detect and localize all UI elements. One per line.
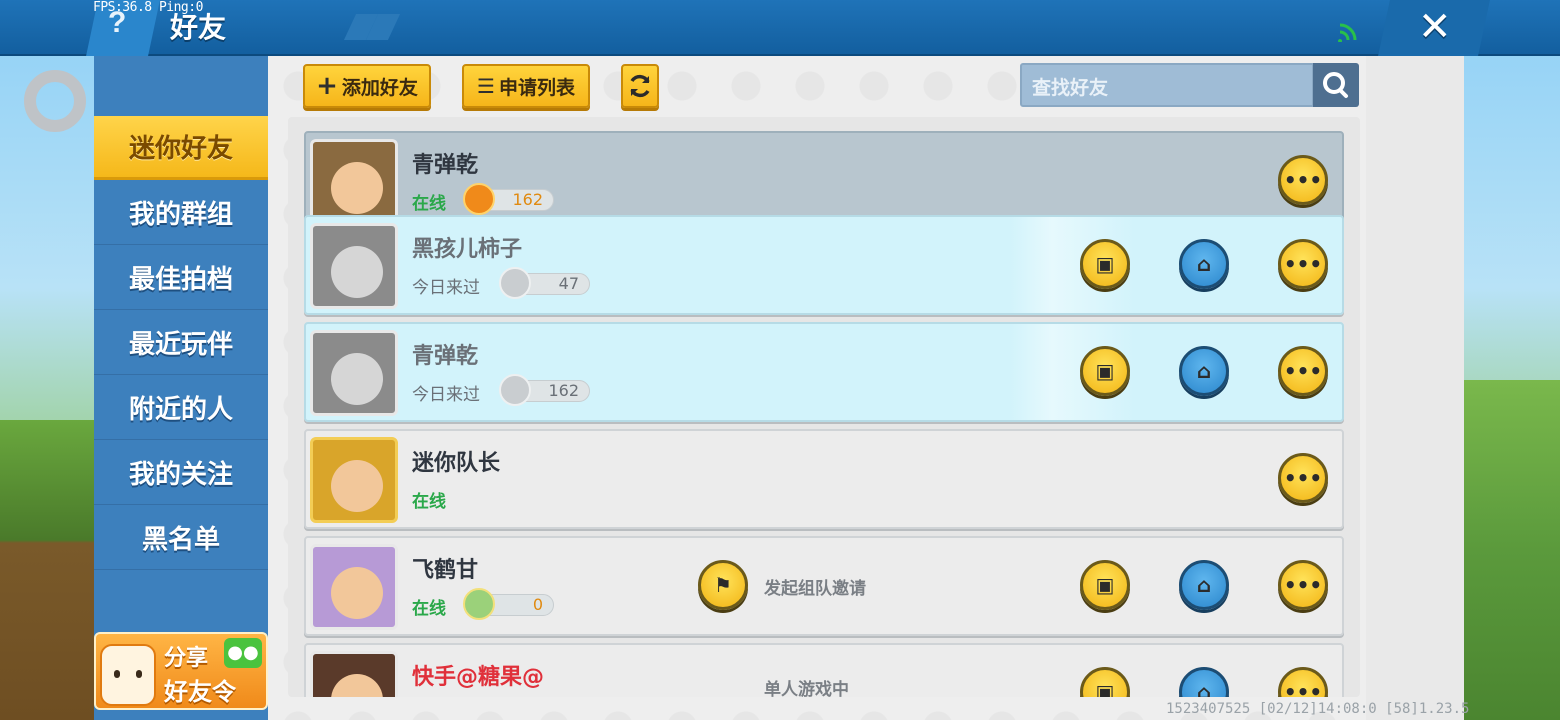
sidebar-item-my-groups[interactable]: 我的群组 bbox=[94, 181, 268, 245]
level-medal-icon bbox=[463, 183, 495, 215]
avatar[interactable] bbox=[310, 330, 398, 416]
list-icon: ☰ bbox=[477, 74, 495, 98]
background-scenery-left bbox=[0, 420, 100, 720]
top-bar bbox=[0, 0, 1560, 56]
chat-button[interactable]: ••• bbox=[1278, 453, 1328, 503]
sidebar: 迷你好友 我的群组 最佳拍档 最近玩伴 附近的人 我的关注 黑名单 bbox=[94, 56, 268, 720]
wechat-icon: ●● bbox=[224, 638, 262, 668]
list-item[interactable]: 快手@糖果@ 单人游戏中 ▣ ⌂ ••• bbox=[304, 643, 1344, 697]
avatar[interactable] bbox=[310, 437, 398, 523]
level-medal-icon bbox=[499, 374, 531, 406]
search-button[interactable] bbox=[1313, 63, 1359, 107]
friend-status: 在线 bbox=[412, 492, 446, 512]
friend-name: 青弹乾 bbox=[412, 344, 479, 369]
friend-status: 今日来过 bbox=[412, 278, 480, 298]
share-sub-label: 好友令 bbox=[164, 678, 236, 706]
add-friend-label: 添加好友 bbox=[341, 76, 418, 99]
version-info: 1523407525 [02/12]14:08:0 [58]1.23.5 bbox=[1166, 701, 1470, 717]
list-item[interactable]: 迷你队长 在线 ••• bbox=[304, 429, 1344, 529]
share-friend-code-button[interactable]: 分享 好友令 ●● bbox=[94, 632, 268, 710]
chat-button[interactable]: ••• bbox=[1278, 667, 1328, 697]
activity-label: 单人游戏中 bbox=[764, 680, 849, 697]
list-item[interactable]: 飞鹤甘 在线 0 ⚑ 发起组队邀请 ▣ ⌂ ••• bbox=[304, 536, 1344, 636]
friend-status: 在线 bbox=[412, 194, 446, 214]
level-value: 0 bbox=[532, 595, 543, 614]
floating-ring-button[interactable] bbox=[24, 70, 86, 132]
home-button[interactable]: ⌂ bbox=[1179, 667, 1229, 697]
sidebar-item-recent-players[interactable]: 最近玩伴 bbox=[94, 311, 268, 375]
friend-list: 青弹乾 在线 162 ••• 黑孩儿柿子 今日来过 47 ▣ ⌂ ••• 青弹乾… bbox=[288, 117, 1360, 697]
request-list-button[interactable]: ☰ 申请列表 bbox=[462, 64, 590, 108]
team-invite-label[interactable]: 发起组队邀请 bbox=[764, 574, 866, 599]
friend-name: 迷你队长 bbox=[412, 451, 501, 476]
friend-name: 飞鹤甘 bbox=[412, 558, 479, 583]
level-badge: 47 bbox=[499, 267, 590, 299]
home-button[interactable]: ⌂ bbox=[1179, 560, 1229, 610]
friend-name: 黑孩儿柿子 bbox=[412, 237, 523, 262]
sidebar-item-following[interactable]: 我的关注 bbox=[94, 441, 268, 505]
chat-button[interactable]: ••• bbox=[1278, 346, 1328, 396]
level-value: 162 bbox=[512, 190, 543, 209]
search-input[interactable]: 查找好友 bbox=[1020, 63, 1314, 107]
level-badge: 162 bbox=[499, 374, 590, 406]
avatar[interactable] bbox=[310, 544, 398, 630]
home-button[interactable]: ⌂ bbox=[1179, 346, 1229, 396]
level-badge: 162 bbox=[463, 183, 554, 215]
home-button[interactable]: ⌂ bbox=[1179, 239, 1229, 289]
plus-icon: + bbox=[316, 71, 338, 101]
friend-name: 青弹乾 bbox=[412, 153, 479, 178]
panel-side-strip bbox=[1366, 56, 1464, 720]
level-medal-icon bbox=[499, 267, 531, 299]
sidebar-item-mini-friends[interactable]: 迷你好友 bbox=[94, 116, 268, 180]
page-title: 好友 bbox=[170, 11, 227, 44]
close-icon[interactable]: ✕ bbox=[1418, 4, 1452, 50]
gift-button[interactable]: ▣ bbox=[1080, 560, 1130, 610]
friend-name: 快手@糖果@ bbox=[412, 665, 545, 690]
request-list-label: 申请列表 bbox=[498, 76, 575, 99]
avatar[interactable] bbox=[310, 223, 398, 309]
friend-status: 在线 bbox=[412, 599, 446, 619]
level-value: 47 bbox=[558, 274, 579, 293]
refresh-icon bbox=[630, 74, 650, 98]
friend-status: 今日来过 bbox=[412, 385, 480, 405]
gift-button[interactable]: ▣ bbox=[1080, 346, 1130, 396]
level-medal-icon bbox=[463, 588, 495, 620]
background-scenery-right bbox=[1460, 380, 1560, 720]
chat-button[interactable]: ••• bbox=[1278, 239, 1328, 289]
list-item[interactable]: 黑孩儿柿子 今日来过 47 ▣ ⌂ ••• bbox=[304, 215, 1344, 315]
sidebar-item-blacklist[interactable]: 黑名单 bbox=[94, 506, 268, 570]
mascot-icon bbox=[100, 644, 156, 706]
wifi-icon bbox=[1338, 23, 1357, 42]
search-icon bbox=[1323, 72, 1348, 98]
list-item[interactable]: 青弹乾 今日来过 162 ▣ ⌂ ••• bbox=[304, 322, 1344, 422]
chat-button[interactable]: ••• bbox=[1278, 560, 1328, 610]
refresh-button[interactable] bbox=[621, 64, 659, 108]
avatar[interactable] bbox=[310, 139, 398, 225]
avatar[interactable] bbox=[310, 651, 398, 697]
level-value: 162 bbox=[548, 381, 579, 400]
add-friend-button[interactable]: + 添加好友 bbox=[303, 64, 431, 108]
sidebar-item-best-partner[interactable]: 最佳拍档 bbox=[94, 246, 268, 310]
sidebar-item-nearby[interactable]: 附近的人 bbox=[94, 376, 268, 440]
share-label: 分享 bbox=[164, 646, 209, 671]
level-badge: 0 bbox=[463, 588, 554, 620]
gift-button[interactable]: ▣ bbox=[1080, 667, 1130, 697]
gift-button[interactable]: ▣ bbox=[1080, 239, 1130, 289]
team-invite-flag-button[interactable]: ⚑ bbox=[698, 560, 748, 610]
chat-button[interactable]: ••• bbox=[1278, 155, 1328, 205]
